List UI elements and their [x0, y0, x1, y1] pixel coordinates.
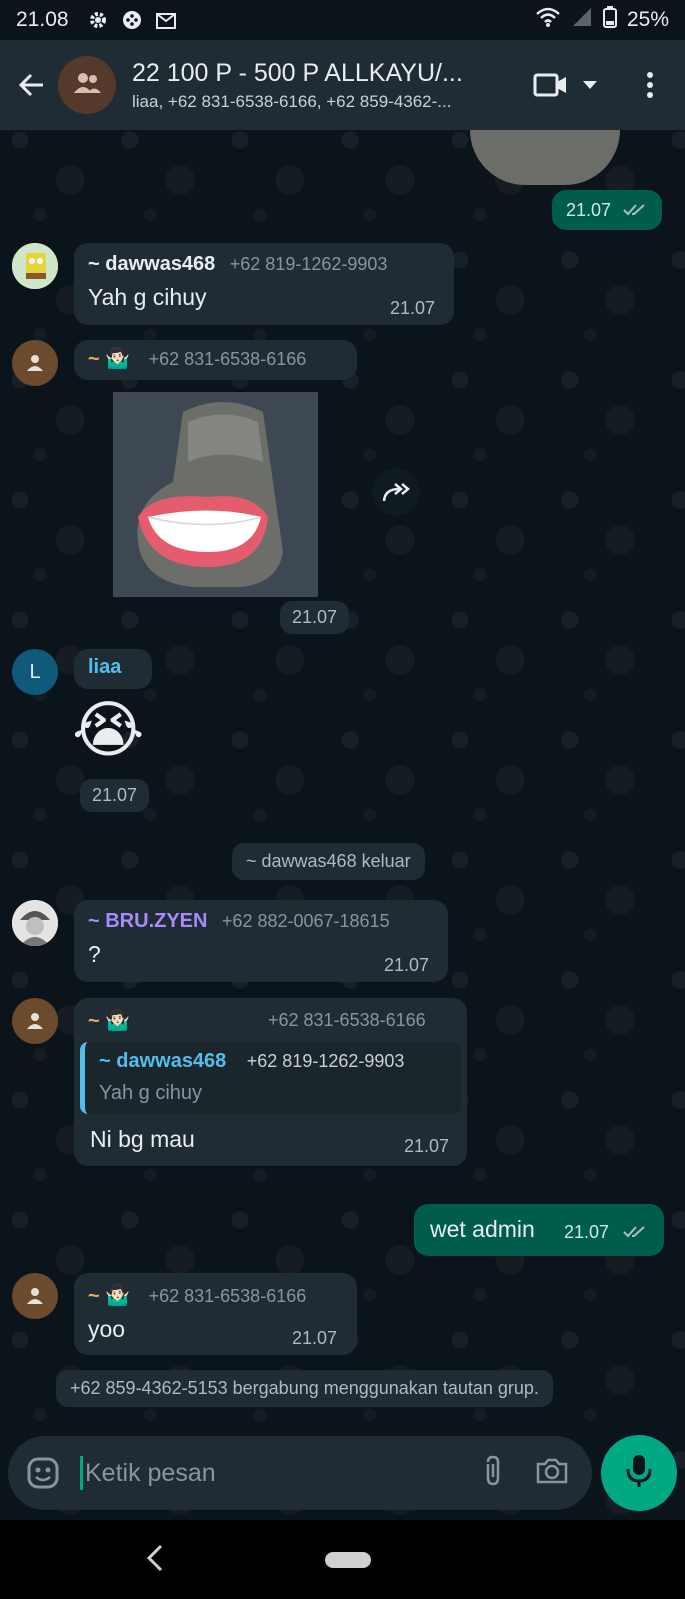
status-time: 21.08 [16, 8, 69, 31]
message-bubble-outgoing[interactable]: wet admin 21.07 [414, 1204, 664, 1256]
nav-back-icon[interactable] [135, 1538, 175, 1578]
message-time: 21.07 [280, 601, 350, 634]
mic-icon [625, 1453, 653, 1494]
sender-phone: +62 831-6538-6166 [148, 349, 307, 369]
message-input[interactable]: Ketik pesan [85, 1459, 216, 1488]
system-nav-bar [0, 1520, 685, 1599]
avatar[interactable] [12, 340, 58, 386]
battery-percent: 25% [626, 8, 669, 31]
message-bubble-incoming[interactable]: ~ 🤷🏻‍♂️ +62 831-6538-6166 ~ dawwas468 +6… [74, 998, 467, 1166]
quote-sender-phone: +62 819-1262-9903 [246, 1051, 405, 1071]
message-time: 21.07 [564, 1222, 610, 1242]
attach-icon[interactable] [482, 1454, 504, 1493]
message-time: 21.07 [390, 298, 436, 318]
message-bubble-incoming[interactable]: ~ BRU.ZYEN +62 882-0067-18615 ? 21.07 [74, 900, 448, 982]
sender-name[interactable]: ~ dawwas468 [88, 253, 215, 275]
sender-name[interactable]: ~ 🤷🏻‍♂️ [88, 1285, 130, 1307]
message-list[interactable]: 21.07 ~ dawwas468 +62 819-1262-9903 Yah … [0, 130, 685, 1435]
message-time: 21.07 [292, 1328, 338, 1348]
message-text: Yah g cihuy [88, 284, 207, 310]
sender-phone: +62 819-1262-9903 [229, 254, 388, 274]
group-icon [72, 71, 102, 100]
double-check-icon [622, 1224, 648, 1245]
quote-text: Yah g cihuy [99, 1082, 203, 1104]
emoji-message[interactable]: 😭 [72, 695, 144, 767]
status-bar: 21.08 25% [0, 0, 685, 40]
sticker-image[interactable] [113, 392, 318, 597]
sender-phone: +62 831-6538-6166 [148, 1286, 307, 1306]
chat-title: 22 100 P - 500 P ALLKAYU/... [132, 58, 463, 87]
signal-icon [571, 6, 593, 34]
battery-icon [602, 6, 617, 34]
sender-header-bubble[interactable]: ~ 🤷🏻‍♂️ +62 831-6538-6166 [74, 340, 357, 380]
avatar[interactable] [12, 998, 58, 1044]
sender-phone: +62 831-6538-6166 [268, 1010, 426, 1030]
message-text: Ni bg mau [90, 1126, 195, 1152]
avatar[interactable] [12, 1273, 58, 1319]
message-time: 21.07 [384, 955, 430, 975]
emoji-icon[interactable] [26, 1456, 60, 1490]
double-check-icon [622, 202, 648, 223]
mic-button[interactable] [601, 1435, 677, 1511]
video-call-icon[interactable] [531, 65, 571, 105]
message-bubble-incoming[interactable]: ~ 🤷🏻‍♂️ +62 831-6538-6166 yoo 21.07 [74, 1273, 357, 1355]
more-icon[interactable] [635, 65, 665, 105]
quote-sender-name: ~ dawwas468 [99, 1050, 227, 1072]
system-message: ~ dawwas468 keluar [232, 843, 425, 880]
text-cursor [80, 1456, 83, 1490]
message-text: ? [88, 941, 101, 967]
sender-header-bubble[interactable]: liaa [74, 649, 152, 689]
forward-icon[interactable] [372, 468, 420, 516]
message-input-bar: Ketik pesan [8, 1436, 592, 1510]
chat-info[interactable]: 22 100 P - 500 P ALLKAYU/... liaa, +62 8… [132, 59, 512, 112]
mail-icon [155, 9, 177, 31]
message-time: 21.07 [80, 779, 150, 812]
chat-participants: liaa, +62 831-6538-6166, +62 859-4362-..… [132, 91, 452, 111]
avatar[interactable]: L [12, 649, 58, 695]
message-text: wet admin [430, 1216, 535, 1242]
sender-name[interactable]: ~ 🤷🏻‍♂️ [88, 348, 130, 370]
message-time: 21.07 [404, 1136, 450, 1156]
sender-name[interactable]: ~ 🤷🏻‍♂️ [88, 1010, 130, 1032]
system-message: +62 859-4362-5153 bergabung menggunakan … [56, 1370, 553, 1407]
group-avatar[interactable] [58, 56, 116, 114]
back-arrow-icon[interactable] [6, 59, 58, 111]
avatar[interactable] [12, 900, 58, 946]
avatar-letter: L [29, 660, 41, 683]
avatar[interactable] [12, 243, 58, 289]
wifi-icon [535, 6, 561, 34]
message-bubble-outgoing[interactable]: 21.07 [552, 190, 662, 230]
nav-home-handle[interactable] [325, 1552, 371, 1568]
quoted-message[interactable]: ~ dawwas468 +62 819-1262-9903 Yah g cihu… [80, 1042, 461, 1114]
dropdown-icon[interactable] [575, 65, 605, 105]
game-icon [121, 9, 143, 31]
message-bubble-incoming[interactable]: ~ dawwas468 +62 819-1262-9903 Yah g cihu… [74, 243, 454, 325]
camera-icon[interactable] [534, 1456, 570, 1491]
sender-phone: +62 882-0067-18615 [221, 911, 390, 931]
sender-name[interactable]: ~ BRU.ZYEN [88, 910, 207, 932]
chat-header: 22 100 P - 500 P ALLKAYU/... liaa, +62 8… [0, 40, 685, 130]
gear-icon [87, 9, 109, 31]
sticker-image[interactable] [470, 130, 620, 185]
message-time: 21.07 [566, 200, 612, 220]
sender-name[interactable]: liaa [88, 656, 121, 678]
